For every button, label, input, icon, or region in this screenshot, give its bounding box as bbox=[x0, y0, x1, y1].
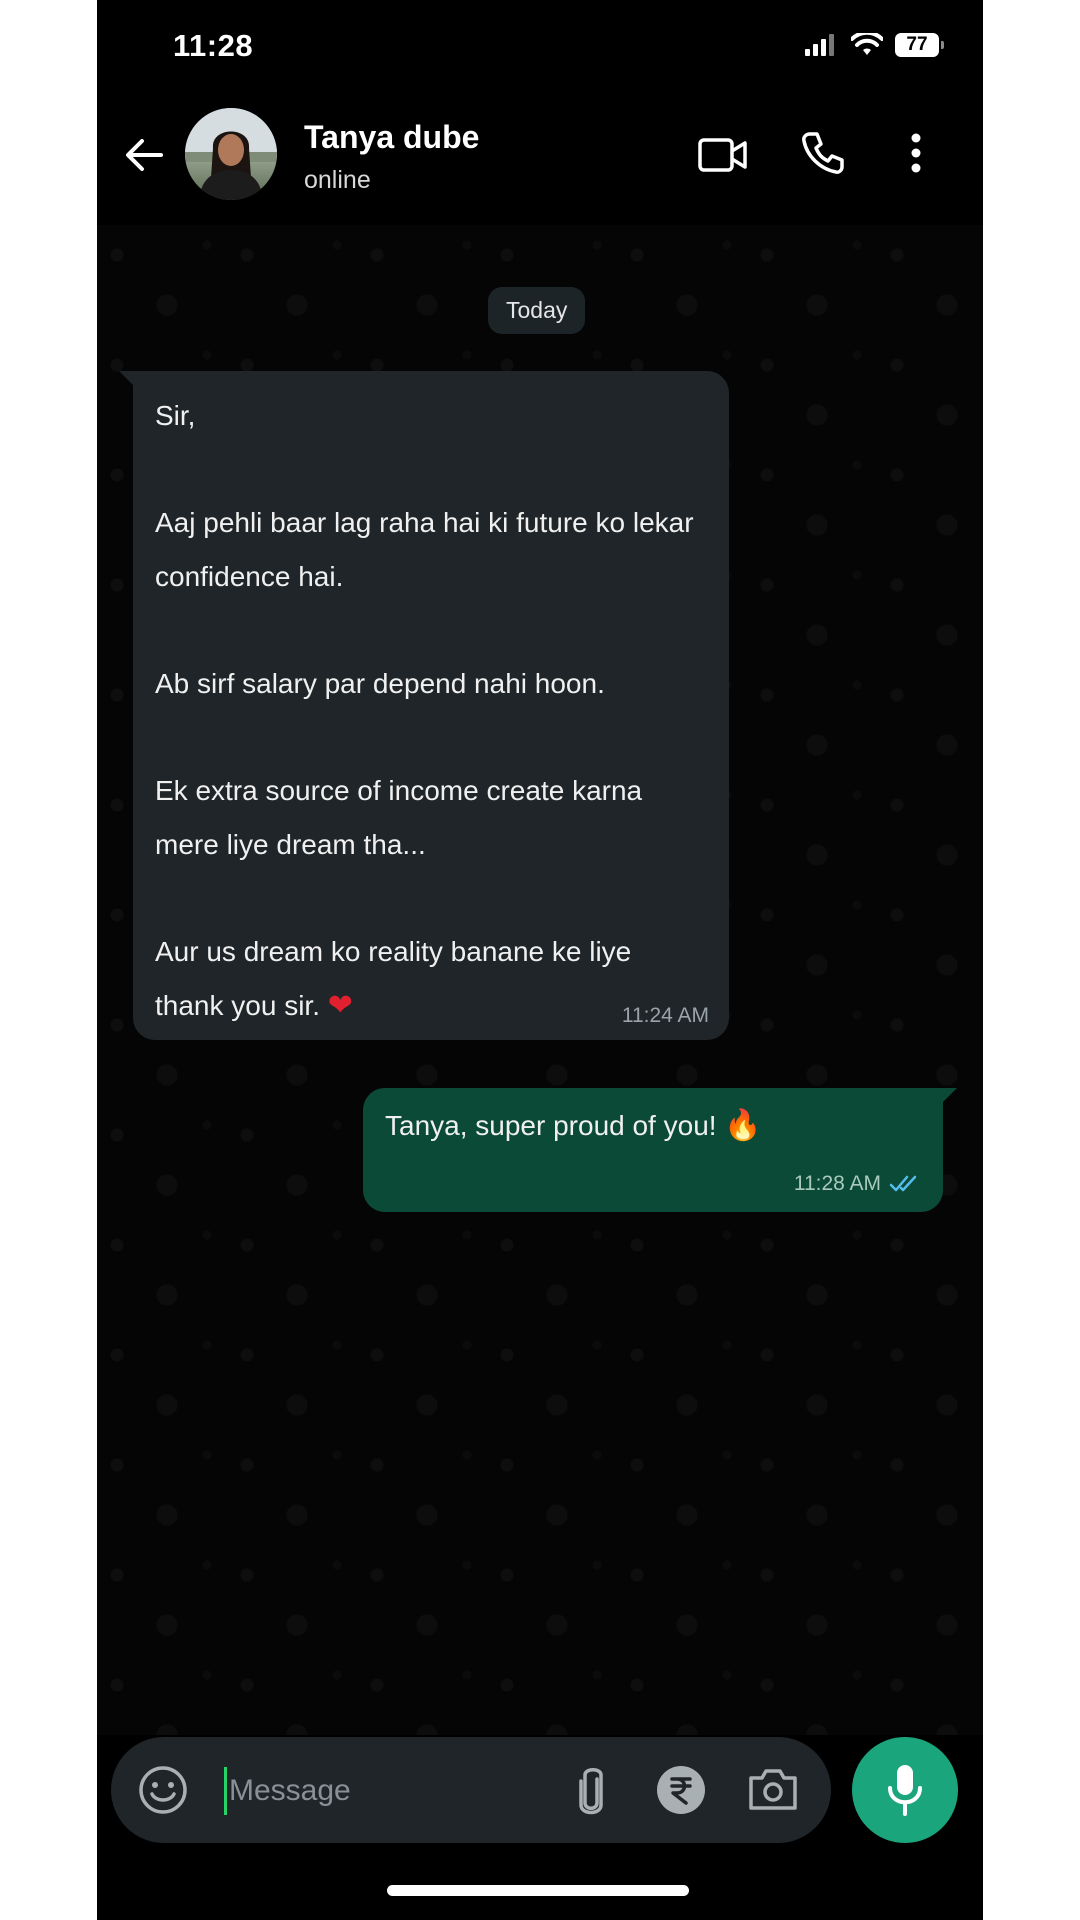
contact-status: online bbox=[304, 166, 371, 194]
double-check-icon bbox=[889, 1175, 917, 1192]
message-composer bbox=[111, 1737, 831, 1843]
chat-screen: 11:28 77 Tanya dube online Today Sir, Aa… bbox=[97, 0, 983, 1920]
attachment-icon[interactable] bbox=[573, 1765, 609, 1817]
battery-level: 77 bbox=[906, 34, 928, 55]
message-time: 11:28 AM bbox=[793, 1172, 881, 1195]
message-paragraph: Aaj pehli baar lag raha hai ki future ko… bbox=[155, 507, 694, 592]
signal-icon bbox=[805, 34, 834, 56]
camera-icon[interactable] bbox=[747, 1766, 799, 1812]
message-input[interactable] bbox=[224, 1767, 561, 1815]
message-timestamp: 11:24 AM bbox=[622, 1004, 709, 1028]
fire-emoji: 🔥 bbox=[724, 1108, 762, 1143]
message-text: Tanya, super proud of you! bbox=[385, 1110, 717, 1141]
emoji-icon[interactable] bbox=[137, 1764, 189, 1816]
date-chip: Today bbox=[488, 287, 586, 334]
battery-icon: 77 bbox=[895, 33, 944, 57]
voice-record-button[interactable] bbox=[852, 1737, 958, 1843]
chat-header: Tanya dube online bbox=[97, 100, 983, 210]
avatar[interactable] bbox=[185, 108, 277, 200]
message-text: Aur us dream ko reality banane ke liye t… bbox=[155, 936, 632, 1021]
message-paragraph: Sir, bbox=[155, 400, 196, 431]
contact-name[interactable]: Tanya dube bbox=[304, 119, 479, 156]
incoming-message[interactable]: Sir, Aaj pehli baar lag raha hai ki futu… bbox=[119, 371, 729, 1040]
more-options-icon[interactable] bbox=[910, 133, 922, 173]
status-icons: 77 bbox=[805, 33, 944, 57]
message-body: Tanya, super proud of you! 🔥 bbox=[385, 1106, 921, 1146]
avatar-photo bbox=[185, 108, 277, 200]
home-indicator[interactable] bbox=[387, 1885, 689, 1896]
wifi-icon bbox=[851, 33, 883, 55]
message-paragraph: Ab sirf salary par depend nahi hoon. bbox=[155, 668, 605, 699]
rupee-payment-icon[interactable] bbox=[655, 1764, 707, 1816]
microphone-icon bbox=[888, 1765, 922, 1816]
outgoing-message[interactable]: Tanya, super proud of you! 🔥 11:28 AM bbox=[363, 1088, 957, 1212]
message-timestamp: 11:28 AM bbox=[794, 1172, 921, 1196]
phone-call-icon[interactable] bbox=[800, 130, 846, 176]
message-time: 11:24 AM bbox=[621, 1004, 709, 1027]
back-arrow-icon[interactable] bbox=[123, 134, 165, 176]
status-time: 11:28 bbox=[173, 28, 254, 63]
heart-emoji: ❤ bbox=[327, 988, 353, 1023]
message-paragraph: Ek extra source of income create karna m… bbox=[155, 775, 643, 860]
video-call-icon[interactable] bbox=[698, 137, 748, 173]
